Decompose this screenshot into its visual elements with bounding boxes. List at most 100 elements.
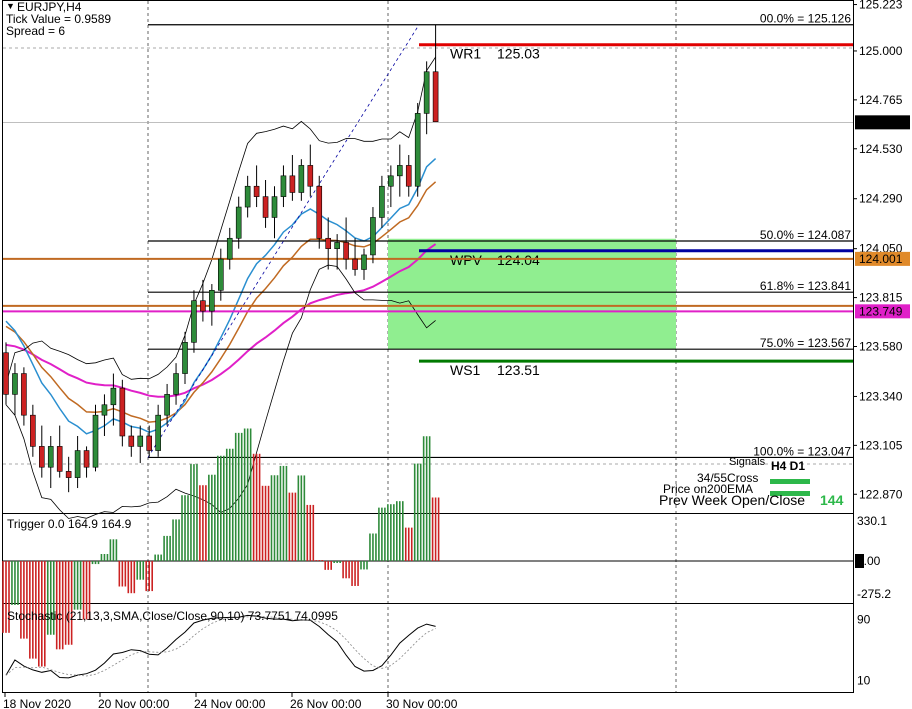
candle: [334, 234, 340, 270]
candle-body: [38, 446, 45, 468]
candle: [173, 363, 179, 405]
stochastic-axis-label-0: 90: [857, 613, 871, 627]
candle: [396, 144, 403, 197]
candle: [316, 175, 323, 249]
trading-chart[interactable]: 00.0% = 125.126 50.0% = 124.087 61.8% = 12…: [0, 0, 912, 709]
candle: [379, 175, 385, 228]
candle-body: [334, 242, 340, 249]
candle: [432, 24, 439, 123]
candle: [47, 435, 54, 489]
fib-label-3: 75.0% = 123.567: [760, 336, 851, 350]
candle: [21, 367, 27, 426]
signals-header: Signals: [729, 456, 766, 468]
candle: [137, 425, 144, 464]
stochastic-d-line: [5, 616, 436, 677]
candle-body: [361, 254, 367, 270]
candle: [92, 404, 99, 472]
candle-body: [432, 71, 439, 123]
candle-body: [173, 373, 179, 395]
candle-body: [414, 113, 421, 187]
candle-body: [289, 175, 296, 193]
candle-body: [262, 196, 269, 218]
candle: [155, 404, 161, 457]
candle: [101, 394, 108, 436]
candle: [218, 248, 224, 301]
candle-body: [271, 196, 278, 218]
candle: [262, 179, 269, 228]
fib-label-0: 00.0% = 125.126: [760, 12, 851, 26]
fibonacci-levels: 00.0% = 125.126 50.0% = 124.087 61.8% = 12…: [147, 12, 853, 458]
candle: [200, 279, 206, 322]
spread: Spread = 6: [6, 24, 65, 38]
time-label-4: 30 Nov 00:00: [386, 697, 458, 709]
candle-body: [388, 175, 394, 187]
candle: [3, 342, 9, 405]
price-label-1: 125.000: [859, 44, 903, 58]
candle: [74, 435, 81, 489]
candle-body: [83, 450, 90, 468]
candle: [325, 217, 332, 270]
candle-body: [423, 71, 430, 114]
candle-body: [119, 387, 126, 437]
candle-body: [316, 185, 323, 239]
stochastic-title: Stochastic (21,13,3,SMA,Close/Close,90,1…: [7, 609, 338, 623]
candle: [226, 227, 233, 270]
fib-label-2: 61.8% = 123.841: [760, 279, 851, 293]
candle: [289, 155, 296, 201]
candle: [280, 165, 287, 208]
candle: [423, 61, 430, 135]
triangle-down-icon[interactable]: ▼: [6, 1, 15, 11]
trigger-title: Trigger 0.0 164.9 164.9: [7, 517, 132, 531]
trigger-axis-label-2: -275.2: [857, 587, 891, 601]
candle: [65, 456, 72, 493]
candle-body: [164, 394, 170, 416]
candle-body: [30, 414, 36, 447]
candle-body: [101, 404, 108, 416]
candle-body: [307, 165, 314, 187]
candle: [298, 159, 305, 201]
candle-body: [74, 450, 81, 478]
candle-body: [155, 414, 161, 451]
candle-body: [325, 237, 332, 249]
fib-label-4: 100.0% = 123.047: [753, 444, 851, 458]
candle: [110, 373, 117, 426]
price-label-10: 122.870: [859, 487, 903, 501]
signal-cross-bar: [770, 479, 810, 484]
price-label-4: 124.290: [859, 192, 903, 206]
price-label-8: 123.340: [859, 389, 903, 403]
price-tag-1: 123.749: [859, 304, 903, 318]
candle-body: [146, 435, 152, 451]
candle-body: [253, 185, 260, 197]
signals-timeframes: H4 D1: [771, 459, 805, 473]
candle: [56, 425, 63, 478]
candle-body: [182, 342, 188, 374]
stochastic-axis-label-1: 10: [857, 673, 871, 687]
candle-body: [352, 258, 358, 270]
candle-body: [379, 185, 385, 218]
price-tag-0: 124.001: [859, 252, 903, 266]
candle-body: [396, 165, 403, 177]
pivot-value-0: 125.03: [497, 46, 540, 62]
candle-body: [12, 373, 18, 395]
candle-body: [65, 471, 72, 478]
candle-body: [370, 217, 376, 256]
time-label-2: 24 Nov 00:00: [194, 697, 266, 709]
candle: [119, 379, 126, 447]
candle: [209, 284, 215, 326]
candle-body: [244, 185, 251, 208]
candle-body: [280, 175, 287, 197]
candle: [307, 144, 314, 197]
candle-body: [235, 206, 242, 239]
trigger-axis-label-1: 0.00: [857, 554, 881, 568]
signal-count: 144: [820, 492, 844, 508]
candle-body: [3, 352, 9, 395]
time-label-3: 26 Nov 00:00: [290, 697, 362, 709]
candle: [271, 186, 278, 239]
trigger-axis-label-0: 330.1: [857, 514, 887, 528]
candle: [343, 217, 349, 270]
candle-body: [218, 258, 224, 291]
price-label-6: 123.815: [859, 291, 903, 305]
price-label-7: 123.580: [859, 339, 903, 353]
candle-body: [47, 446, 54, 468]
candle-body: [191, 300, 197, 343]
